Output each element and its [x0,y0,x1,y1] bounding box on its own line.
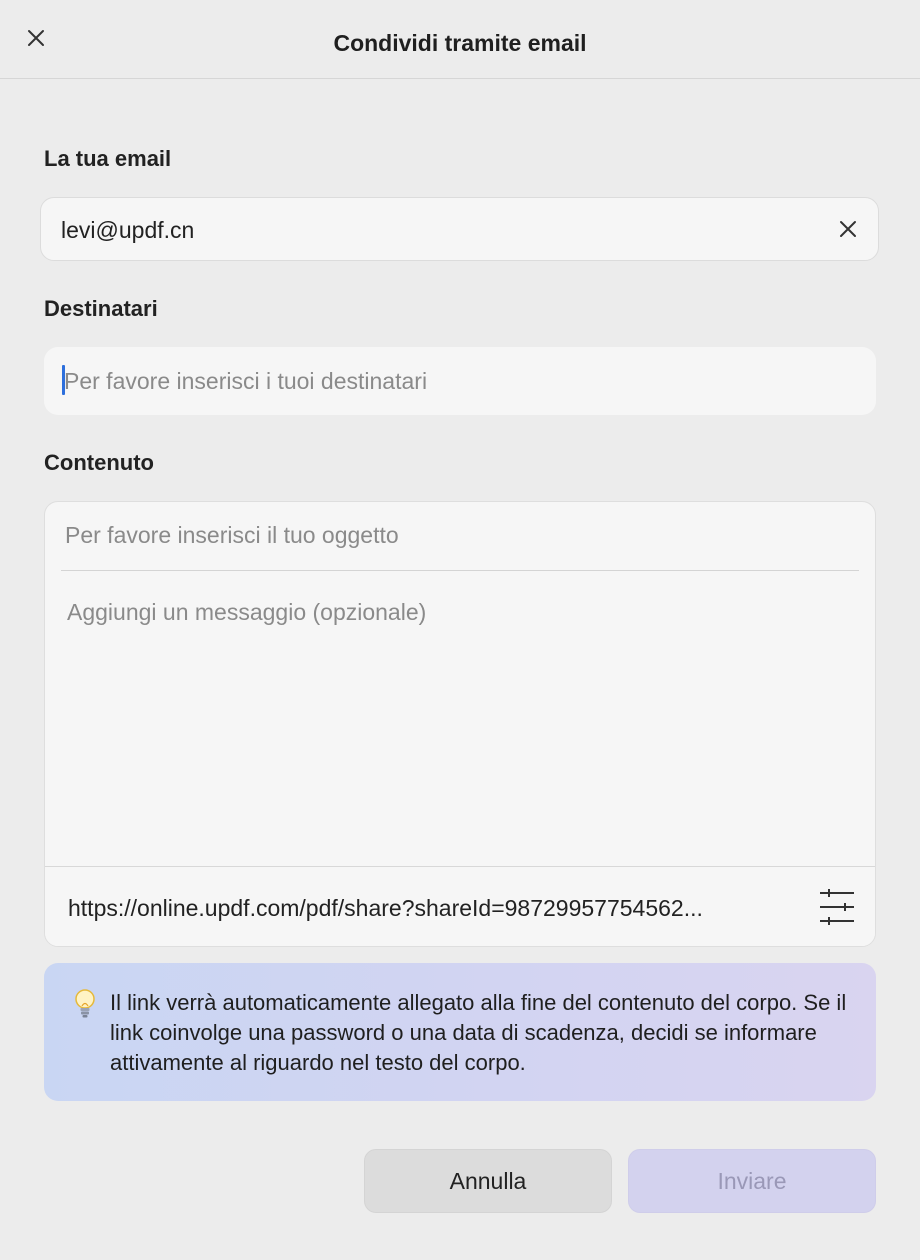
link-settings-button[interactable] [819,887,855,927]
your-email-field[interactable]: levi@updf.cn [40,197,879,261]
cancel-button[interactable]: Annulla [364,1149,612,1213]
content-label: Contenuto [44,450,154,475]
content-box: Per favore inserisci il tuo oggetto Aggi… [44,501,876,947]
info-note: Il link verrà automaticamente allegato a… [44,963,876,1101]
your-email-value: levi@updf.cn [61,217,195,243]
dialog-header: Condividi tramite email [0,0,920,79]
dialog-title: Condividi tramite email [333,30,587,56]
recipients-input[interactable]: Per favore inserisci i tuoi destinatari [44,347,876,415]
recipients-label: Destinatari [44,296,158,321]
lightbulb-icon [75,989,95,1018]
share-link[interactable]: https://online.updf.com/pdf/share?shareI… [68,895,788,922]
subject-input[interactable]: Per favore inserisci il tuo oggetto [65,522,399,549]
subject-divider [61,570,859,571]
clear-icon [840,221,856,237]
message-textarea[interactable]: Aggiungi un messaggio (opzionale) [67,599,426,626]
your-email-label: La tua email [44,146,172,171]
sliders-icon [820,889,854,925]
clear-email-button[interactable] [836,217,860,241]
recipients-placeholder: Per favore inserisci i tuoi destinatari [64,368,428,394]
info-text: Il link verrà automaticamente allegato a… [110,990,847,1075]
share-link-bar: https://online.updf.com/pdf/share?shareI… [45,866,875,946]
send-button[interactable]: Inviare [628,1149,876,1213]
